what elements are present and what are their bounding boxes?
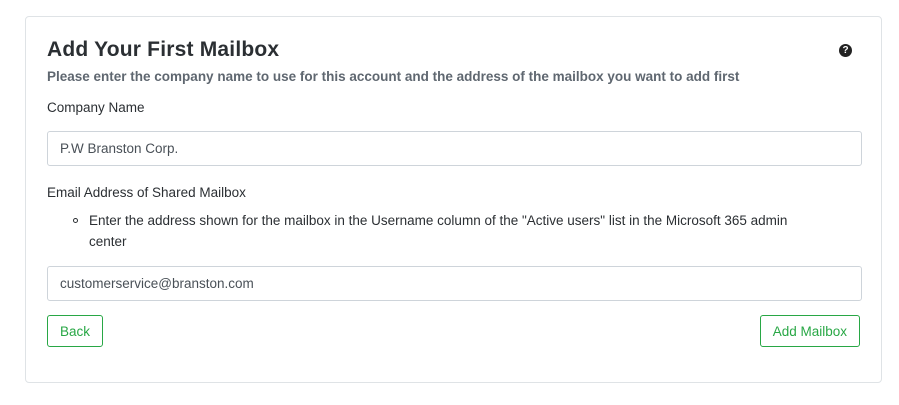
form-actions: Back Add Mailbox xyxy=(47,315,860,347)
back-button[interactable]: Back xyxy=(47,315,104,347)
email-address-input[interactable] xyxy=(47,266,862,301)
company-name-input[interactable] xyxy=(47,131,862,166)
page-title: Add Your First Mailbox xyxy=(47,38,280,61)
email-hint-text: Enter the address shown for the mailbox … xyxy=(89,213,788,249)
form-instructions: Please enter the company name to use for… xyxy=(47,69,740,84)
company-name-label: Company Name xyxy=(47,100,145,115)
title-row: Add Your First Mailbox ? xyxy=(47,37,860,67)
add-mailbox-button[interactable]: Add Mailbox xyxy=(759,315,860,347)
email-hint-list: Enter the address shown for the mailbox … xyxy=(47,210,860,252)
card-body: Add Your First Mailbox ? Please enter th… xyxy=(47,37,862,347)
add-mailbox-card: Add Your First Mailbox ? Please enter th… xyxy=(25,16,882,383)
email-address-label: Email Address of Shared Mailbox xyxy=(47,185,246,200)
question-circle-icon[interactable]: ? xyxy=(839,44,852,57)
email-hint-item: Enter the address shown for the mailbox … xyxy=(47,210,819,252)
circle-bullet-icon xyxy=(73,218,78,223)
